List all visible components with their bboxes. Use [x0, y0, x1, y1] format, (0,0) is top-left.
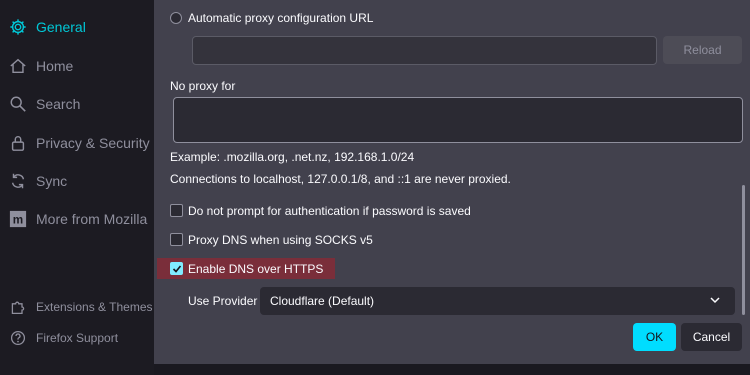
- sidebar-item-firefox-support[interactable]: Firefox Support: [8, 323, 118, 353]
- sidebar-item-privacy[interactable]: Privacy & Security: [8, 128, 150, 158]
- search-icon: [8, 94, 28, 114]
- provider-value: Cloudflare (Default): [270, 294, 375, 308]
- socks-dns-checkbox[interactable]: [170, 233, 183, 246]
- checkmark-icon: [172, 264, 181, 273]
- sidebar-item-label: Home: [36, 58, 74, 74]
- example-text: Example: .mozilla.org, .net.nz, 192.168.…: [170, 150, 415, 164]
- sidebar-item-label: General: [36, 19, 86, 35]
- auto-proxy-url-input[interactable]: [192, 36, 657, 65]
- svg-text:m: m: [13, 214, 23, 227]
- lock-icon: [8, 133, 28, 153]
- no-proxy-label: No proxy for: [170, 79, 236, 93]
- gear-icon: [8, 17, 28, 37]
- sync-icon: [8, 171, 28, 191]
- provider-select[interactable]: Cloudflare (Default): [260, 287, 735, 315]
- sidebar-item-label: Privacy & Security: [36, 135, 150, 151]
- chevron-down-icon: [709, 294, 721, 309]
- dns-over-https-checkbox[interactable]: [170, 262, 183, 275]
- home-icon: [8, 56, 28, 76]
- auto-proxy-label: Automatic proxy configuration URL: [188, 11, 374, 25]
- sidebar-item-extensions[interactable]: Extensions & Themes: [8, 292, 153, 322]
- connection-settings-dialog: Automatic proxy configuration URL Reload…: [154, 0, 750, 364]
- socks-dns-label: Proxy DNS when using SOCKS v5: [188, 233, 373, 247]
- no-auth-prompt-label: Do not prompt for authentication if pass…: [188, 204, 471, 218]
- no-auth-prompt-checkbox[interactable]: [170, 204, 183, 217]
- sidebar-item-label: Firefox Support: [36, 331, 119, 345]
- sidebar-item-label: Extensions & Themes: [36, 300, 153, 314]
- localhost-note: Connections to localhost, 127.0.0.1/8, a…: [170, 172, 511, 186]
- mozilla-icon: m: [8, 209, 28, 229]
- sidebar-item-label: Sync: [36, 173, 68, 189]
- sidebar-item-home[interactable]: Home: [8, 51, 73, 81]
- sidebar-item-label: More from Mozilla: [36, 211, 148, 227]
- reload-button[interactable]: Reload: [663, 36, 742, 64]
- page-background: [154, 364, 750, 375]
- sidebar-item-more-from-mozilla[interactable]: m More from Mozilla: [8, 204, 147, 234]
- sidebar-item-general[interactable]: General: [8, 12, 86, 42]
- sidebar-item-sync[interactable]: Sync: [8, 166, 67, 196]
- use-provider-label: Use Provider: [188, 294, 258, 308]
- dns-over-https-label: Enable DNS over HTTPS: [188, 262, 324, 276]
- sidebar: General Home Search Privacy & Security S…: [0, 0, 164, 375]
- sidebar-item-label: Search: [36, 96, 81, 112]
- cancel-button[interactable]: Cancel: [681, 323, 742, 351]
- sidebar-item-search[interactable]: Search: [8, 89, 80, 119]
- no-proxy-textarea[interactable]: [173, 97, 743, 143]
- scrollbar[interactable]: [742, 185, 745, 315]
- auto-proxy-radio[interactable]: [170, 12, 182, 24]
- puzzle-icon: [8, 297, 28, 317]
- help-icon: [8, 328, 28, 348]
- ok-button[interactable]: OK: [633, 323, 676, 351]
